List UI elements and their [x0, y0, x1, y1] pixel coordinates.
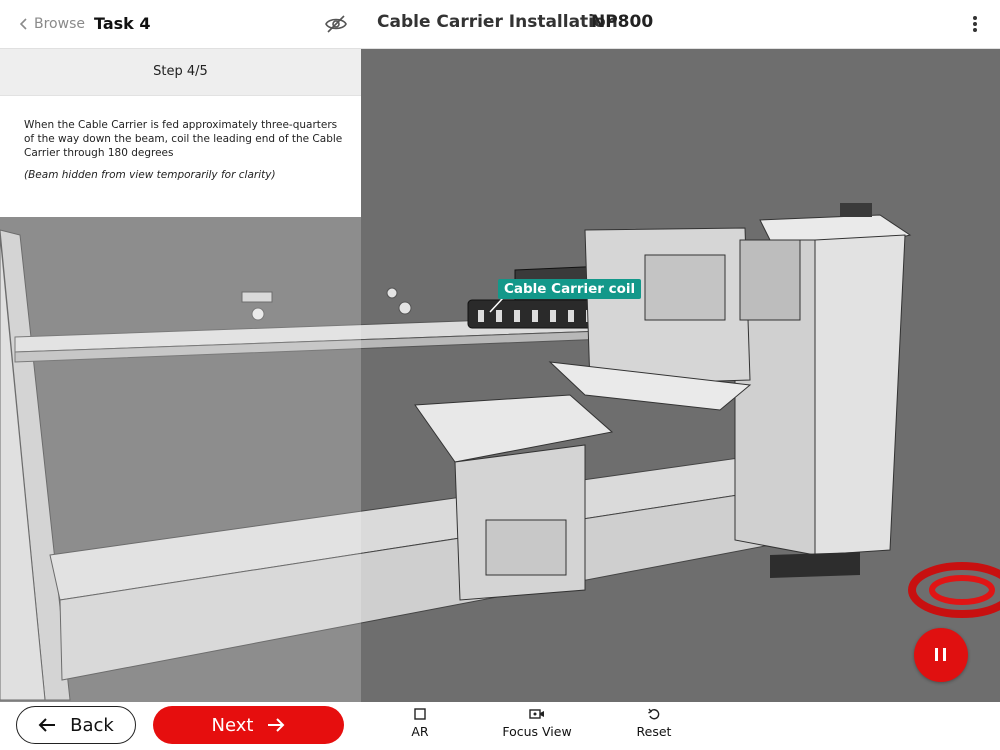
top-bar-left: Browse Task 4 [0, 0, 361, 49]
reset-button[interactable]: Reset [630, 708, 678, 739]
step-panel: Step 4/5 When the Cable Carrier is fed a… [0, 49, 361, 217]
back-button-label: Back [70, 714, 114, 736]
browse-back-link[interactable]: Browse [20, 16, 85, 32]
arrow-right-icon [268, 718, 285, 732]
camera-icon [529, 709, 544, 719]
next-button[interactable]: Next [153, 706, 344, 744]
ar-square-icon [414, 708, 426, 720]
reset-icon [648, 708, 660, 720]
more-menu-button[interactable] [970, 14, 980, 34]
ar-label: AR [411, 724, 429, 739]
step-note: (Beam hidden from view temporarily for c… [24, 169, 276, 181]
task-title: Task 4 [94, 14, 151, 33]
back-button[interactable]: Back [16, 706, 136, 744]
step-instruction-text: When the Cable Carrier is fed approximat… [24, 119, 343, 159]
ar-button[interactable]: AR [402, 708, 438, 739]
arrow-left-icon [38, 718, 56, 732]
model-code: NP800 [591, 12, 654, 32]
reset-label: Reset [636, 724, 672, 739]
eye-off-icon [325, 15, 347, 33]
callout-label: Cable Carrier coil [498, 279, 642, 299]
page-title: Cable Carrier Installation [377, 12, 618, 32]
next-button-label: Next [211, 714, 254, 736]
step-instructions: When the Cable Carrier is fed approximat… [0, 96, 361, 217]
pause-button[interactable] [914, 628, 968, 682]
focus-view-button[interactable]: Focus View [498, 708, 576, 739]
browse-label: Browse [34, 16, 85, 32]
focus-view-label: Focus View [502, 724, 572, 739]
step-counter: Step 4/5 [0, 49, 361, 96]
chevron-left-icon [20, 18, 27, 30]
top-bar-right: Cable Carrier Installation NP800 [361, 0, 1000, 49]
hide-panel-button[interactable] [324, 12, 348, 36]
more-vertical-icon [970, 16, 980, 32]
